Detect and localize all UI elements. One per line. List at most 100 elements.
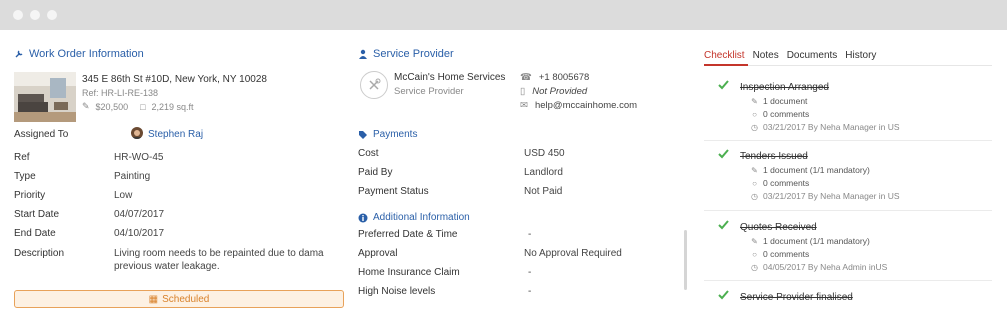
checklist-item-comments: ○ 0 comments [750,109,809,119]
phone-icon: ☎ [520,72,532,83]
paperclip-icon: ✎ [751,165,758,175]
envelope-icon: ✉ [520,100,528,111]
additional-label-insurance: Home Insurance Claim [358,267,460,278]
area-icon: □ [140,101,146,112]
clock-icon: ◷ [751,191,758,201]
additional-value-noise: - [528,286,532,297]
checklist-item-title[interactable]: Quotes Received [740,222,817,233]
comment-icon: ○ [752,249,757,259]
check-icon[interactable] [718,290,729,300]
checklist-item-title[interactable]: Tenders Issued [740,151,808,162]
checklist-item-title[interactable]: Service Provider finalised [740,292,853,303]
checklist-divider [704,210,992,211]
payment-value-paid-by: Landlord [524,167,563,178]
price-tag-icon: ✎ [82,101,90,111]
checklist-item-meta: ◷ 04/05/2017 By Neha Admin inUS [750,262,887,272]
provider-email-row: ✉ help@mccainhome.com [520,100,637,111]
field-value-description-line2: previous water leakage. [114,261,220,272]
checklist-item-comments: ○ 0 comments [750,178,809,188]
provider-mobile: Not Provided [532,86,588,97]
property-stats: ✎ $20,500 □ 2,219 sq.ft [82,101,194,112]
provider-mobile-row: ▯ Not Provided [520,86,587,97]
tag-icon [359,130,367,139]
scheduled-label: Scheduled [162,293,210,305]
assignee-avatar [131,127,143,139]
checklist-item-comments: ○ 0 comments [750,249,809,259]
property-area: 2,219 sq.ft [151,101,194,112]
scheduled-status-button[interactable]: ▦ Scheduled [14,290,344,308]
checklist-docs-text[interactable]: 1 document (1/1 mandatory) [763,165,870,175]
payment-label-cost: Cost [358,148,379,159]
payment-value-cost: USD 450 [524,148,565,159]
window-close-dot[interactable] [13,10,23,20]
work-order-title-text: Work Order Information [29,48,144,60]
payments-title-text: Payments [373,129,418,140]
checklist-item-docs: ✎ 1 document (1/1 mandatory) [750,165,870,175]
field-label-assigned: Assigned To [14,129,69,140]
checklist-divider [704,280,992,281]
mobile-icon: ▯ [520,86,526,97]
property-price: $20,500 [95,101,129,112]
payment-label-paid-by: Paid By [358,167,393,178]
additional-info-title-text: Additional Information [373,212,470,223]
field-value-start-date: 04/07/2017 [114,209,165,220]
service-provider-section-title: Service Provider [358,48,454,60]
tab-history[interactable]: History [845,50,876,66]
check-icon[interactable] [718,149,729,159]
field-value-description-line1: Living room needs to be repainted due to… [114,248,324,259]
field-label-start-date: Start Date [14,209,60,220]
checklist-comments-text[interactable]: 0 comments [763,178,809,188]
window-maximize-dot[interactable] [47,10,57,20]
field-label-priority: Priority [14,190,46,201]
provider-phone-row: ☎ +1 8005678 [520,72,589,83]
user-icon [359,49,367,59]
additional-info-section-title: Additional Information [358,212,470,223]
tab-documents[interactable]: Documents [787,50,838,66]
provider-name[interactable]: McCain's Home Services [394,72,505,83]
checklist-meta-text: 04/05/2017 By Neha Admin inUS [763,262,888,272]
additional-label-preferred-date: Preferred Date & Time [358,229,458,240]
checklist-comments-text[interactable]: 0 comments [763,109,809,119]
comment-icon: ○ [752,178,757,188]
checklist-item-docs: ✎ 1 document (1/1 mandatory) [750,236,870,246]
property-address: 345 E 86th St #10D, New York, NY 10028 [82,74,267,85]
active-tab-indicator [704,64,748,66]
checklist-item-docs: ✎ 1 document [750,96,807,106]
additional-label-approval: Approval [358,248,398,259]
payment-label-status: Payment Status [358,186,429,197]
checklist-meta-text: 03/21/2017 By Neha Manager in US [763,122,900,132]
checklist-item-meta: ◷ 03/21/2017 By Neha Manager in US [750,191,900,201]
service-provider-title-text: Service Provider [373,48,454,60]
property-thumbnail[interactable] [14,72,76,122]
provider-phone[interactable]: +1 8005678 [539,72,589,83]
checklist-docs-text[interactable]: 1 document (1/1 mandatory) [763,236,870,246]
checklist-divider [704,140,992,141]
wrench-icon [15,50,23,58]
checklist-item-meta: ◷ 03/21/2017 By Neha Manager in US [750,122,900,132]
additional-value-insurance: - [528,267,532,278]
comment-icon: ○ [752,109,757,119]
assignee-link[interactable]: Stephen Raj [148,129,203,140]
provider-role: Service Provider [394,86,464,97]
check-icon[interactable] [718,220,729,230]
info-icon [358,213,368,222]
window-minimize-dot[interactable] [30,10,40,20]
checklist-item-title[interactable]: Inspection Arranged [740,82,829,93]
field-label-ref: Ref [14,152,30,163]
field-label-type: Type [14,171,36,182]
clock-icon: ◷ [751,262,758,272]
field-label-end-date: End Date [14,228,56,239]
check-icon[interactable] [718,80,729,90]
payments-section-title: Payments [358,129,417,140]
field-value-priority: Low [114,190,133,201]
provider-email[interactable]: help@mccainhome.com [535,100,637,111]
checklist-comments-text[interactable]: 0 comments [763,249,809,259]
tools-icon [360,71,388,99]
work-order-section-title: Work Order Information [14,48,144,60]
scrollbar-thumb[interactable] [684,230,687,290]
field-label-description: Description [14,248,65,259]
paperclip-icon: ✎ [751,236,758,246]
checklist-docs-text[interactable]: 1 document [763,96,807,106]
tab-notes[interactable]: Notes [753,50,779,66]
field-value-ref: HR-WO-45 [114,152,164,163]
